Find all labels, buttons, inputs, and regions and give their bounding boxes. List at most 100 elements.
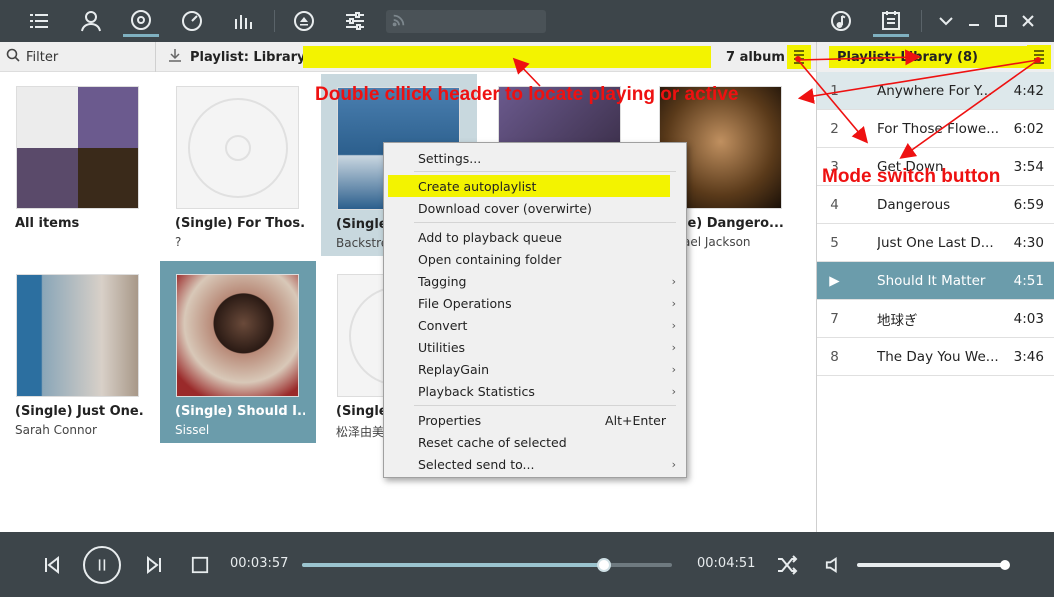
shortcut-label: Alt+Enter [605,412,666,428]
seek-progress [302,563,604,567]
music-note-icon[interactable] [823,5,859,37]
album-tile[interactable]: (Single) For Thos... ? [160,73,316,255]
menu-item-label: Utilities [418,339,466,355]
toolbar-divider [921,10,922,32]
track-title: Anywhere For Y... [877,82,993,99]
playlist-panel-header[interactable]: Playlist: Library (8) [817,42,1054,72]
mode-switch-button[interactable] [1027,45,1051,69]
album-tile[interactable]: (Single) Should I... Sissel [160,261,316,443]
context-menu: Settings... Create autoplaylist Download… [383,142,687,478]
track-row-playing[interactable]: ▶ Should It Matter 4:51 [817,262,1054,300]
menu-item-create-autoplaylist[interactable]: Create autoplaylist [388,175,670,197]
filter-label: Filter [26,49,59,65]
disc-icon[interactable] [123,5,159,37]
track-title: Just One Last D... [877,234,994,251]
library-header[interactable]: Filter Playlist: Library 7 album [0,42,817,72]
album-tile[interactable]: All items [0,73,156,255]
volume-handle[interactable] [1000,560,1010,570]
seek-handle[interactable] [596,558,611,572]
track-number: 8 [830,348,839,365]
close-icon[interactable] [1010,5,1046,37]
menu-item-utilities[interactable]: Utilities › [388,336,676,358]
track-title: For Those Flowe... [877,120,1000,137]
previous-track-icon[interactable] [40,552,64,578]
track-row[interactable]: 1 Anywhere For Y... 4:42 [817,72,1054,110]
header-locate-area[interactable] [303,46,711,68]
track-duration: 3:54 [1013,158,1044,175]
playback-bar: 00:03:57 00:04:51 [0,532,1054,597]
track-duration: 4:30 [1013,234,1044,251]
search-box[interactable] [386,10,546,33]
mode-switch-button[interactable] [787,45,811,69]
track-list: 1 Anywhere For Y... 4:42 2 For Those Flo… [817,72,1054,376]
play-indicator-icon: ▶ [829,272,840,289]
submenu-arrow-icon: › [671,457,676,471]
menu-item-file-operations[interactable]: File Operations › [388,292,676,314]
top-toolbar [0,0,1054,42]
track-row[interactable]: 8 The Day You We... 3:46 [817,338,1054,376]
menu-item-label: Convert [418,317,468,333]
track-number: 4 [830,196,839,213]
playlist-icon[interactable] [873,5,909,37]
filter-field[interactable]: Filter [0,42,156,72]
menu-item-label: Selected send to... [418,456,535,472]
toolbar-divider [274,10,275,32]
track-number: 7 [830,310,839,327]
shuffle-icon[interactable] [774,553,800,577]
menu-item-label: Open containing folder [418,251,562,267]
submenu-arrow-icon: › [671,318,676,332]
menu-item-properties[interactable]: Properties Alt+Enter [388,409,670,431]
volume-icon[interactable] [822,553,846,577]
menu-item-label: Properties [418,412,482,428]
menu-item-download-cover[interactable]: Download cover (overwirte) [388,197,670,219]
annotation-header-hint: Double cllick header to locate playing o… [315,84,739,105]
track-title: The Day You We... [877,348,999,365]
menu-item-settings[interactable]: Settings... [388,147,670,169]
next-track-icon[interactable] [142,552,166,578]
album-tile[interactable]: (Single) Just One... Sarah Connor [0,261,156,443]
menu-item-label: Tagging [418,273,467,289]
track-row[interactable]: 7 地球ぎ 4:03 [817,300,1054,338]
track-duration: 3:46 [1013,348,1044,365]
menu-item-convert[interactable]: Convert › [388,314,676,336]
track-duration: 6:59 [1013,196,1044,213]
menu-item-playback-statistics[interactable]: Playback Statistics › [388,380,676,402]
track-number: 1 [830,82,839,99]
equalizer-icon[interactable] [225,5,261,37]
volume-slider[interactable] [857,560,1010,570]
album-count: 7 album [726,49,785,65]
pause-button[interactable] [83,546,121,584]
eject-icon[interactable] [286,5,322,37]
playlist-header-label[interactable]: Playlist: Library [168,42,306,72]
menu-item-reset-cache[interactable]: Reset cache of selected [388,431,670,453]
submenu-arrow-icon: › [671,362,676,376]
menu-item-label: Settings... [418,150,482,166]
menu-item-tagging[interactable]: Tagging › [388,270,676,292]
album-title: (Single) For Thos... [175,216,305,231]
submenu-arrow-icon: › [671,274,676,288]
gauge-icon[interactable] [174,5,210,37]
track-row[interactable]: 5 Just One Last D... 4:30 [817,224,1054,262]
menu-icon[interactable] [21,5,57,37]
sliders-icon[interactable] [337,5,373,37]
menu-item-replaygain[interactable]: ReplayGain › [388,358,676,380]
menu-item-label: Add to playback queue [418,229,563,245]
track-row[interactable]: 2 For Those Flowe... 6:02 [817,110,1054,148]
track-title: Should It Matter [877,272,986,289]
track-number: 2 [830,120,839,137]
menu-item-label: Create autoplaylist [418,178,537,194]
submenu-arrow-icon: › [671,340,676,354]
album-artist: ael Jackson [683,235,751,249]
seek-bar[interactable] [302,558,672,572]
menu-item-send-to[interactable]: Selected send to... › [388,453,676,475]
submenu-arrow-icon: › [671,384,676,398]
stop-icon[interactable] [188,553,212,577]
menu-item-open-folder[interactable]: Open containing folder [388,248,670,270]
pause-icon [98,559,106,571]
album-cover [176,86,299,209]
elapsed-time: 00:03:57 [230,556,289,571]
track-row[interactable]: 4 Dangerous 6:59 [817,186,1054,224]
user-icon[interactable] [73,5,109,37]
menu-item-add-to-queue[interactable]: Add to playback queue [388,226,670,248]
album-artist: ? [175,235,182,249]
